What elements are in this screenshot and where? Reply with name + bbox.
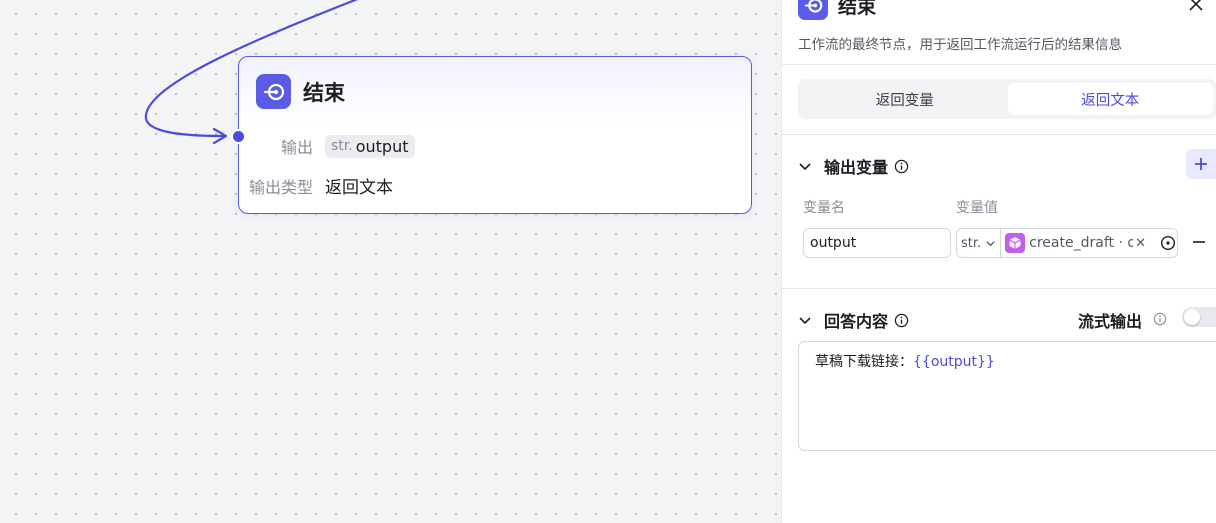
info-icon[interactable] <box>894 313 909 328</box>
tab-return-text[interactable]: 返回文本 <box>1007 83 1213 115</box>
output-type: str. <box>331 138 353 154</box>
column-variable-value: 变量值 <box>956 200 998 216</box>
divider <box>782 134 1216 135</box>
tab-return-variable[interactable]: 返回变量 <box>802 83 1008 115</box>
panel-header: 结束 <box>798 0 876 20</box>
return-mode-tabs: 返回变量 返回文本 <box>798 79 1216 119</box>
plugin-cube-icon <box>1005 233 1026 253</box>
remove-reference-icon[interactable]: ✕ <box>1135 236 1146 251</box>
output-name: output <box>355 136 409 156</box>
column-variable-name: 变量名 <box>803 200 845 216</box>
add-variable-button[interactable] <box>1186 149 1216 179</box>
answer-content-header[interactable]: 回答内容 <box>798 308 909 332</box>
variable-type: str. <box>961 235 982 251</box>
info-icon[interactable] <box>1153 311 1167 326</box>
variable-type-select[interactable]: str. <box>957 229 1002 257</box>
info-icon[interactable] <box>894 159 909 174</box>
stream-output-label: 流式输出 <box>1078 312 1143 331</box>
answer-content-editor[interactable]: 草稿下载链接：{{output}} <box>798 341 1216 451</box>
chevron-down-icon[interactable] <box>798 159 812 173</box>
node-return-type-row: 输出类型 返回文本 <box>239 173 393 199</box>
reference-picker-icon[interactable] <box>1159 234 1177 252</box>
end-node[interactable]: 结束 输出 str. output 输出类型 返回文本 <box>231 56 752 214</box>
stream-output-toggle[interactable] <box>1182 307 1216 327</box>
minus-icon <box>1193 241 1205 243</box>
end-node-icon <box>256 74 291 109</box>
close-icon <box>1189 0 1203 11</box>
return-type-value: 返回文本 <box>325 178 393 198</box>
output-variables-title: 输出变量 <box>824 158 889 177</box>
plus-icon <box>1195 158 1207 170</box>
close-button[interactable] <box>1186 0 1206 14</box>
chevron-down-icon <box>986 240 995 246</box>
divider <box>782 288 1216 289</box>
output-variable-chip: str. output <box>325 134 415 158</box>
divider <box>782 64 1216 65</box>
workflow-canvas[interactable]: 结束 输出 str. output 输出类型 返回文本 <box>0 0 781 523</box>
toggle-knob <box>1184 309 1200 325</box>
variable-value-field: str. create_draft · output ✕ <box>956 228 1178 258</box>
variable-name-input[interactable] <box>803 228 951 258</box>
end-node-icon <box>798 0 828 20</box>
return-type-label: 输出类型 <box>248 177 313 197</box>
remove-variable-button[interactable] <box>1190 233 1208 251</box>
panel-title: 结束 <box>838 0 877 18</box>
output-label: 输出 <box>280 138 313 157</box>
answer-text: 草稿下载链接： <box>815 354 913 370</box>
node-title: 结束 <box>303 80 345 105</box>
answer-variable-token: {{output}} <box>913 354 995 370</box>
node-header: 结束 <box>256 74 345 109</box>
answer-content-title: 回答内容 <box>824 312 889 331</box>
chevron-down-icon[interactable] <box>798 313 812 327</box>
output-variables-header[interactable]: 输出变量 <box>798 154 909 178</box>
variable-reference-chip[interactable]: create_draft · output ✕ <box>1001 233 1155 253</box>
variable-reference-text: create_draft · output <box>1029 235 1133 251</box>
node-output-row: 输出 str. output <box>239 134 415 158</box>
panel-description: 工作流的最终节点，用于返回工作流运行后的结果信息 <box>798 37 1122 53</box>
node-settings-panel: 结束 工作流的最终节点，用于返回工作流运行后的结果信息 返回变量 返回文本 输出… <box>781 0 1216 523</box>
